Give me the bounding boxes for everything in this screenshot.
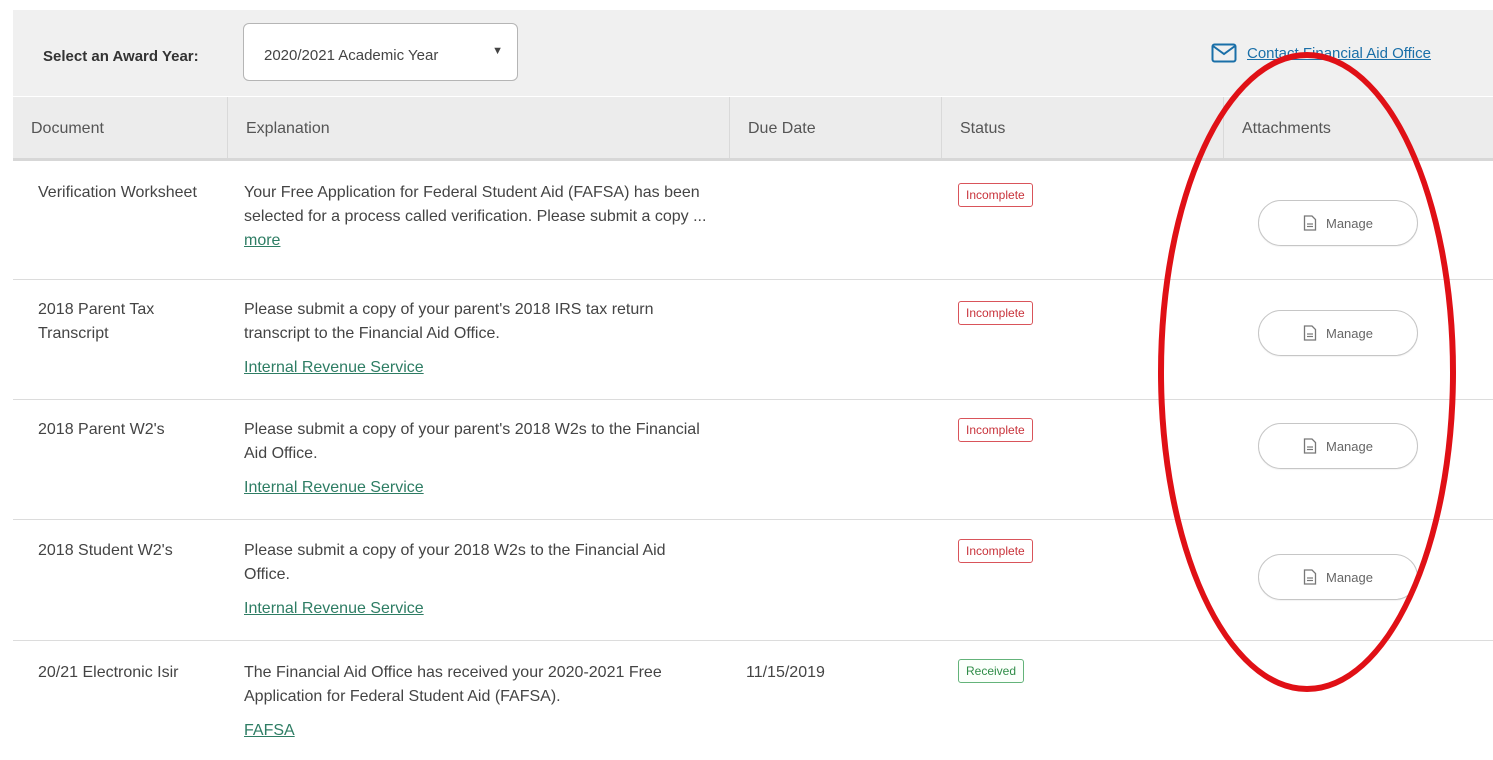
status-badge: Incomplete: [958, 418, 1033, 442]
document-icon: [1303, 325, 1317, 341]
manage-attachments-button[interactable]: Manage: [1258, 554, 1418, 600]
header-explanation: Explanation: [227, 97, 729, 158]
dropdown-caret-icon: ▼: [492, 45, 503, 57]
due-date: 11/15/2019: [746, 664, 825, 681]
document-icon: [1303, 569, 1317, 585]
internal-revenue-service-link[interactable]: Internal Revenue Service: [244, 359, 424, 376]
award-year-label: Select an Award Year:: [43, 48, 199, 65]
award-year-selected-value: 2020/2021 Academic Year: [264, 47, 439, 64]
explanation-text: Please submit a copy of your 2018 W2s to…: [244, 542, 666, 583]
manage-button-label: Manage: [1326, 438, 1373, 454]
internal-revenue-service-link[interactable]: Internal Revenue Service: [244, 600, 424, 617]
document-explanation: Please submit a copy of your parent's 20…: [244, 298, 714, 380]
fafsa-link[interactable]: FAFSA: [244, 722, 295, 739]
manage-attachments-button[interactable]: Manage: [1258, 423, 1418, 469]
document-name: 2018 Student W2's: [38, 542, 173, 559]
table-row: 2018 Student W2's Please submit a copy o…: [13, 520, 1493, 641]
table-row: 20/21 Electronic Isir The Financial Aid …: [13, 641, 1493, 760]
contact-financial-aid-link[interactable]: Contact Financial Aid Office: [1211, 43, 1431, 63]
manage-attachments-button[interactable]: Manage: [1258, 310, 1418, 356]
header-status: Status: [941, 97, 1223, 158]
explanation-text: Your Free Application for Federal Studen…: [244, 184, 707, 225]
document-icon: [1303, 438, 1317, 454]
mail-icon: [1211, 43, 1237, 63]
contact-financial-aid-label[interactable]: Contact Financial Aid Office: [1247, 45, 1431, 62]
award-year-select[interactable]: 2020/2021 Academic Year ▼: [243, 23, 518, 81]
status-badge: Received: [958, 659, 1025, 683]
internal-revenue-service-link[interactable]: Internal Revenue Service: [244, 479, 424, 496]
manage-attachments-button[interactable]: Manage: [1258, 200, 1418, 246]
manage-button-label: Manage: [1326, 569, 1373, 585]
document-explanation: Your Free Application for Federal Studen…: [244, 181, 714, 253]
manage-button-label: Manage: [1326, 325, 1373, 341]
document-explanation: Please submit a copy of your parent's 20…: [244, 418, 714, 500]
header-attachments: Attachments: [1223, 97, 1493, 158]
document-name: Verification Worksheet: [38, 184, 197, 201]
table-row: 2018 Parent Tax Transcript Please submit…: [13, 280, 1493, 400]
status-badge: Incomplete: [958, 183, 1033, 207]
document-icon: [1303, 215, 1317, 231]
manage-button-label: Manage: [1326, 215, 1373, 231]
explanation-text: Please submit a copy of your parent's 20…: [244, 421, 700, 462]
more-link[interactable]: more: [244, 232, 280, 249]
explanation-text: The Financial Aid Office has received yo…: [244, 664, 662, 705]
table-header: Document Explanation Due Date Status Att…: [13, 97, 1493, 161]
document-name: 2018 Parent Tax Transcript: [38, 301, 155, 342]
explanation-text: Please submit a copy of your parent's 20…: [244, 301, 654, 342]
document-explanation: Please submit a copy of your 2018 W2s to…: [244, 539, 714, 621]
header-due-date: Due Date: [729, 97, 941, 158]
status-badge: Incomplete: [958, 539, 1033, 563]
document-name: 20/21 Electronic Isir: [38, 664, 179, 681]
award-year-bar: Select an Award Year: 2020/2021 Academic…: [13, 10, 1493, 96]
document-explanation: The Financial Aid Office has received yo…: [244, 661, 714, 743]
document-name: 2018 Parent W2's: [38, 421, 165, 438]
status-badge: Incomplete: [958, 301, 1033, 325]
table-row: Verification Worksheet Your Free Applica…: [13, 161, 1493, 280]
table-row: 2018 Parent W2's Please submit a copy of…: [13, 400, 1493, 520]
header-document: Document: [31, 120, 104, 137]
